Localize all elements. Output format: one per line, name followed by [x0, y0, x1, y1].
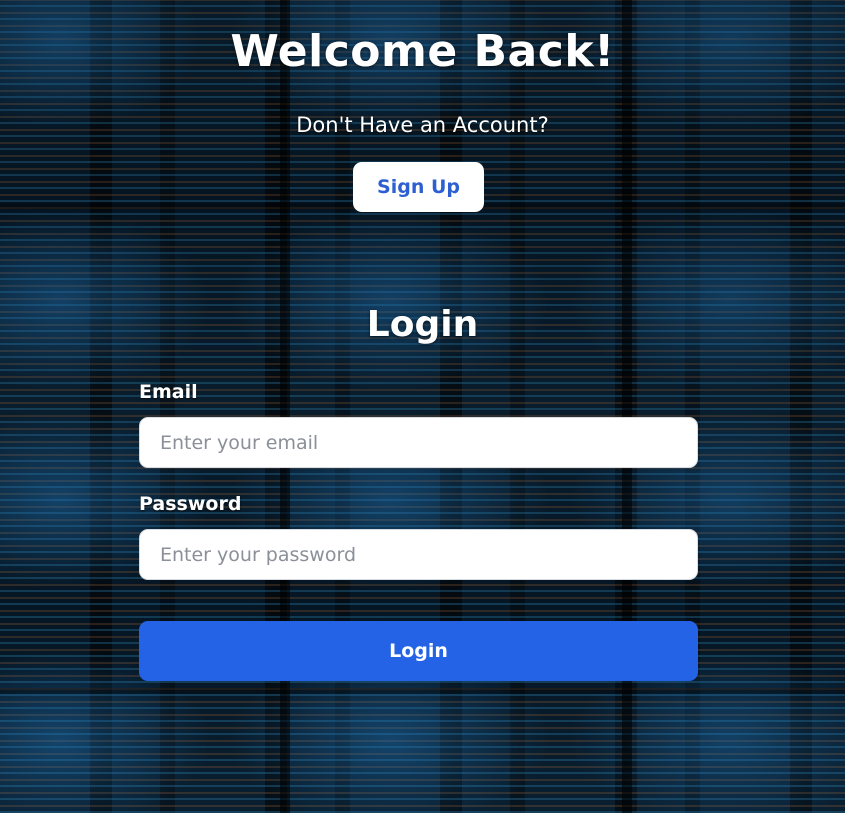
page-content: Welcome Back! Don't Have an Account? Sig…: [0, 0, 845, 813]
login-button[interactable]: Login: [139, 621, 698, 681]
password-label: Password: [139, 493, 242, 515]
signup-button[interactable]: Sign Up: [353, 162, 484, 212]
welcome-heading: Welcome Back!: [230, 26, 615, 77]
email-input[interactable]: [139, 417, 698, 468]
login-title: Login: [366, 304, 479, 345]
no-account-prompt: Don't Have an Account?: [296, 113, 549, 137]
email-label: Email: [139, 381, 198, 403]
password-input[interactable]: [139, 529, 698, 580]
